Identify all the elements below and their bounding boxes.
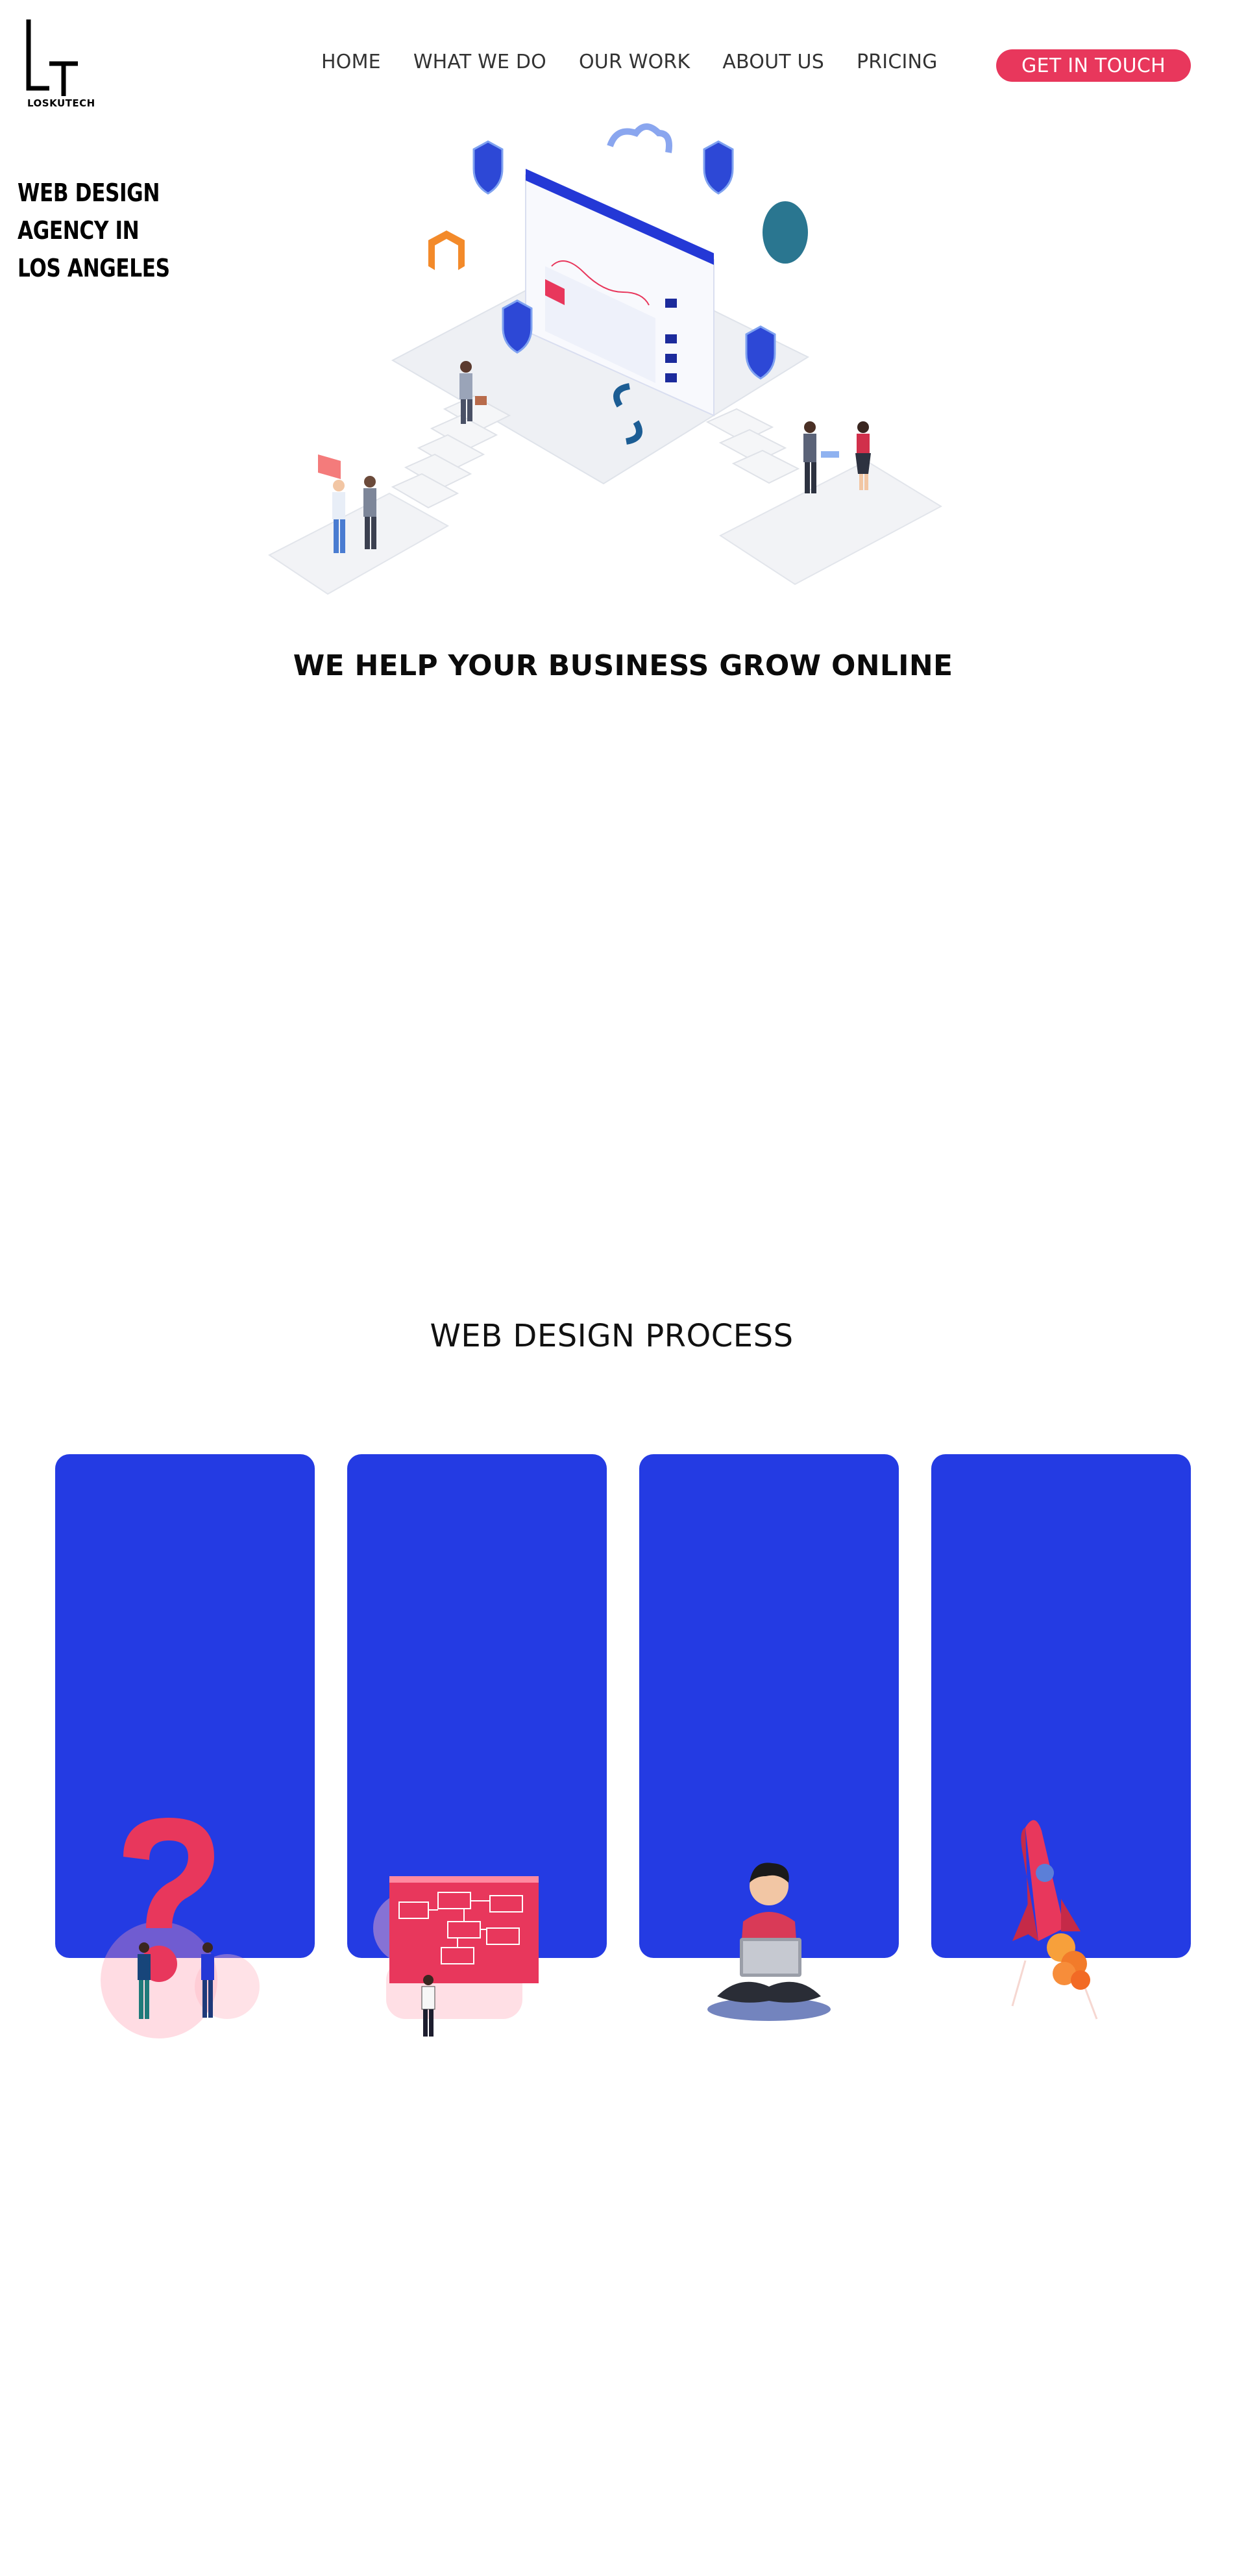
agency-title-line1: WEB DESIGN AGENCY IN [18,179,160,245]
agency-title-line2: LOS ANGELES [18,254,170,282]
get-in-touch-button[interactable]: GET IN TOUCH [996,49,1191,82]
nav-what-we-do[interactable]: WHAT WE DO [413,51,546,73]
nav-our-work[interactable]: OUR WORK [579,51,690,73]
hero-heading: WE HELP YOUR BUSINESS GROW ONLINE [293,649,953,682]
agency-title: WEB DESIGN AGENCY IN LOS ANGELES [18,174,209,287]
process-heading: WEB DESIGN PROCESS [430,1318,794,1354]
nav-about-us[interactable]: ABOUT US [722,51,824,73]
rocket-launch-illustration-icon [1011,1820,1098,2020]
developer-laptop-illustration-icon [707,1863,831,2021]
logo-text: LOSKUTECH [27,97,95,109]
hero-isometric-illustration [268,123,943,595]
nav-home[interactable]: HOME [321,51,381,73]
main-nav: HOME WHAT WE DO OUR WORK ABOUT US PRICIN… [321,51,938,73]
nav-pricing[interactable]: PRICING [857,51,938,73]
question-illustration-icon [101,1818,260,2038]
sitemap-illustration-icon [373,1876,539,2037]
